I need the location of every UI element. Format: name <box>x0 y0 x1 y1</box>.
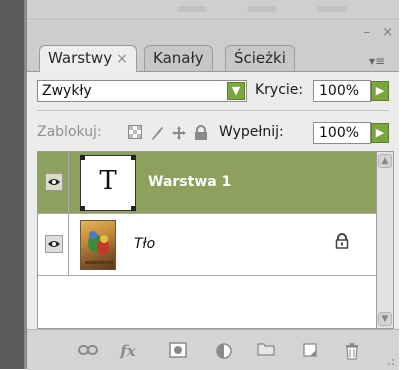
new-group-icon[interactable] <box>255 342 277 360</box>
lock-all-icon[interactable] <box>193 125 209 141</box>
resize-grip-icon[interactable] <box>385 356 395 366</box>
blend-mode-select[interactable]: Zwykły ▼ <box>37 80 247 102</box>
text-layer-glyph: T <box>99 166 117 196</box>
tab-channels[interactable]: Kanały <box>144 45 213 71</box>
delete-layer-icon[interactable] <box>341 342 363 360</box>
visibility-cell <box>38 214 69 275</box>
add-mask-icon[interactable] <box>167 342 189 360</box>
layers-panel: – × Warstwy × Kanały Ścieżki ▾≡ Zwykły ▼ … <box>27 0 399 370</box>
divider <box>37 110 389 111</box>
panel-menu-icon[interactable]: ▾≡ <box>369 54 391 70</box>
minimize-button[interactable]: – <box>363 25 370 40</box>
collapsed-panel-strip <box>27 0 399 20</box>
tab-paths[interactable]: Ścieżki <box>225 45 295 71</box>
fill-field[interactable]: 100% <box>313 122 371 144</box>
tab-label: Ścieżki <box>234 49 286 67</box>
opacity-label: Krycie: <box>255 82 304 98</box>
layers-bottom-toolbar: fx <box>27 329 399 370</box>
layers-list: T Warstwa 1 Tło <box>37 151 377 329</box>
eye-icon[interactable] <box>45 235 63 253</box>
tab-label: Warstwy <box>48 49 113 67</box>
new-layer-icon[interactable] <box>299 342 321 360</box>
lock-icon <box>335 233 351 251</box>
visibility-cell <box>38 152 69 213</box>
corner-mark <box>80 155 85 160</box>
fill-arrow-icon[interactable]: ▶ <box>371 123 389 143</box>
scroll-down-icon[interactable]: ▼ <box>378 312 392 326</box>
chevron-down-icon[interactable]: ▼ <box>227 82 245 100</box>
layer-row[interactable]: Tło <box>38 214 376 276</box>
layers-content: Zwykły ▼ Krycie: 100% ▶ Zablokuj: Wypełn… <box>27 71 399 370</box>
layer-name[interactable]: Tło <box>134 236 155 252</box>
blend-mode-value: Zwykły <box>42 83 92 99</box>
ghost-shape <box>177 6 207 12</box>
eye-icon[interactable] <box>45 173 63 191</box>
opacity-field[interactable]: 100% <box>313 80 371 102</box>
lock-position-icon[interactable] <box>171 125 187 141</box>
corner-mark <box>80 206 85 211</box>
link-layers-icon[interactable] <box>77 342 99 360</box>
opacity-arrow-icon[interactable]: ▶ <box>371 81 389 101</box>
adjustment-layer-icon[interactable] <box>213 342 235 360</box>
lock-transparent-pixels-icon[interactable] <box>127 125 143 141</box>
corner-mark <box>131 155 136 160</box>
layer-name[interactable]: Warstwa 1 <box>148 174 231 190</box>
right-margin <box>399 0 403 369</box>
tab-layers[interactable]: Warstwy × <box>39 45 137 72</box>
close-panel-button[interactable]: × <box>382 25 393 40</box>
fx-icon[interactable]: fx <box>117 342 139 360</box>
window-controls: – × <box>355 25 393 40</box>
ghost-shape <box>247 6 277 12</box>
close-tab-icon[interactable]: × <box>116 51 128 67</box>
left-dock-strip <box>0 0 24 369</box>
layers-scrollbar[interactable]: ▲ ▼ <box>377 151 394 329</box>
text-layer-thumbnail[interactable]: T <box>80 155 136 211</box>
lock-label: Zablokuj: <box>37 124 102 140</box>
lock-image-pixels-icon[interactable] <box>149 125 165 141</box>
layer-row[interactable]: T Warstwa 1 <box>38 152 376 214</box>
scroll-up-icon[interactable]: ▲ <box>378 154 392 168</box>
tab-label: Kanały <box>153 49 204 67</box>
fill-label: Wypełnij: <box>219 124 284 140</box>
background-image-thumbnail[interactable] <box>80 220 116 270</box>
ghost-shape <box>317 6 347 12</box>
corner-mark <box>131 206 136 211</box>
